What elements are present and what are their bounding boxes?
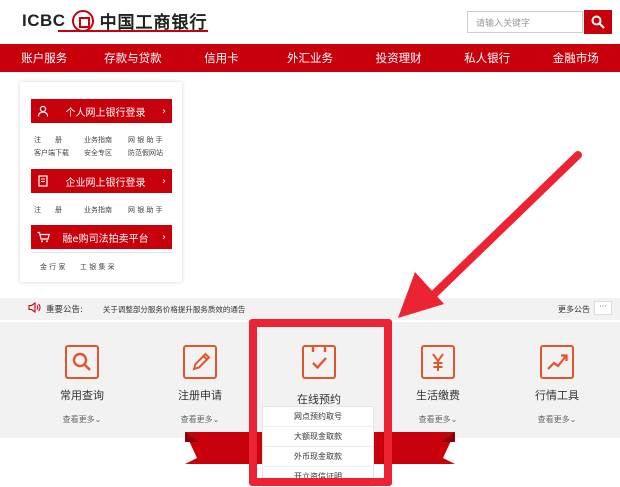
- view-more-link[interactable]: 查看更多⌄: [393, 414, 483, 425]
- nav-item-accounts[interactable]: 账户服务: [0, 44, 89, 72]
- icbc-emblem-icon: [71, 9, 94, 32]
- chevron-right-icon: ›: [162, 175, 166, 187]
- auction-links-row: 金 行 家 工 银 集 采: [40, 262, 115, 272]
- highlight-box: [249, 319, 392, 486]
- service-label: 行情工具: [535, 389, 579, 402]
- corporate-login-label: 企业网上银行登录: [65, 177, 146, 189]
- auction-platform-label: 融e购司法拍卖平台: [62, 233, 149, 245]
- personal-links-row-2: 客户端下载 安全专区 防范假网站: [34, 148, 163, 158]
- service-register[interactable]: 注册申请 查看更多⌄: [155, 345, 245, 425]
- cart-icon: [31, 225, 55, 249]
- header: ICBC 中国工商银行 请输入关键字: [0, 0, 620, 44]
- chevron-right-icon: ›: [162, 231, 166, 243]
- service-query[interactable]: 常用查询 查看更多⌄: [37, 345, 127, 425]
- corporate-login-button[interactable]: 企业网上银行登录 ›: [31, 169, 172, 193]
- link-anti-phishing[interactable]: 防范假网站: [128, 148, 163, 158]
- link-register[interactable]: 注 册: [34, 135, 84, 145]
- link-security[interactable]: 安全专区: [84, 148, 128, 158]
- service-label: 常用查询: [60, 389, 104, 402]
- nav-item-financial-markets[interactable]: 金融市场: [531, 44, 620, 72]
- logo-text-en: ICBC: [22, 10, 66, 30]
- logo-underline: [58, 30, 208, 32]
- link-assistant[interactable]: 网 银 助 手: [128, 205, 163, 215]
- login-panel: 个人网上银行登录 › 注 册 业务指南 网 银 助 手 客户端下载 安全专区 防…: [20, 82, 182, 282]
- pencil-icon: [183, 345, 217, 379]
- chevron-right-icon: ›: [162, 105, 166, 117]
- notice-label: 重要公告:: [46, 305, 83, 315]
- more-dots-button[interactable]: ···: [594, 301, 612, 315]
- personal-links-row-1: 注 册 业务指南 网 银 助 手: [34, 135, 163, 145]
- link-register[interactable]: 注 册: [34, 205, 84, 215]
- notice-text[interactable]: 关于调整部分服务价格提升服务质效的通告: [103, 304, 246, 315]
- link-jinhangjia[interactable]: 金 行 家: [40, 262, 80, 272]
- divider: [31, 252, 172, 253]
- nav-item-forex[interactable]: 外汇业务: [266, 44, 355, 72]
- link-client-download[interactable]: 客户端下载: [34, 148, 84, 158]
- main-nav: 账户服务 存款与贷款 信用卡 外汇业务 投资理财 私人银行 金融市场: [0, 44, 620, 72]
- nav-item-private-banking[interactable]: 私人银行: [443, 44, 532, 72]
- service-label: 生活缴费: [416, 389, 460, 402]
- corporate-links-row: 注 册 业务指南 网 银 助 手: [34, 205, 163, 215]
- search-button[interactable]: [584, 10, 612, 34]
- nav-item-investment[interactable]: 投资理财: [354, 44, 443, 72]
- magnifier-icon: [65, 345, 99, 379]
- more-notices-link[interactable]: 更多公告: [558, 304, 590, 315]
- user-icon: [31, 99, 55, 123]
- trend-chart-icon: [540, 345, 574, 379]
- personal-login-button[interactable]: 个人网上银行登录 ›: [31, 99, 172, 123]
- search-input[interactable]: 请输入关键字: [467, 11, 583, 33]
- nav-item-credit-card[interactable]: 信用卡: [177, 44, 266, 72]
- service-label: 注册申请: [178, 389, 222, 402]
- speaker-icon: [28, 301, 41, 316]
- document-icon: [31, 169, 55, 193]
- link-guide[interactable]: 业务指南: [84, 135, 128, 145]
- auction-platform-button[interactable]: 融e购司法拍卖平台 ›: [31, 225, 172, 249]
- yen-icon: [421, 345, 455, 379]
- search-icon: [591, 15, 605, 29]
- link-guide[interactable]: 业务指南: [84, 205, 128, 215]
- service-payment[interactable]: 生活缴费 查看更多⌄: [393, 345, 483, 425]
- nav-item-deposits-loans[interactable]: 存款与贷款: [89, 44, 178, 72]
- view-more-link[interactable]: 查看更多⌄: [512, 414, 602, 425]
- notice-bar: 重要公告: 关于调整部分服务价格提升服务质效的通告 更多公告: [0, 298, 620, 320]
- link-procurement[interactable]: 工 银 集 采: [80, 262, 115, 272]
- service-market-tools[interactable]: 行情工具 查看更多⌄: [512, 345, 602, 425]
- view-more-link[interactable]: 查看更多⌄: [37, 414, 127, 425]
- view-more-link[interactable]: 查看更多⌄: [155, 414, 245, 425]
- link-assistant[interactable]: 网 银 助 手: [128, 135, 163, 145]
- personal-login-label: 个人网上银行登录: [65, 107, 146, 119]
